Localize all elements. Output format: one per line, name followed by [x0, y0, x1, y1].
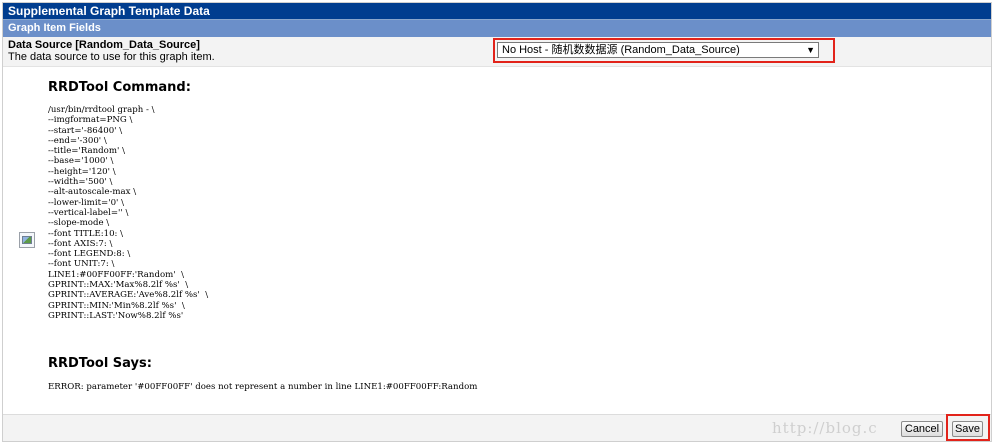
save-button[interactable]: Save: [952, 421, 983, 437]
rrdtool-command-line: --base='1000' \: [48, 156, 114, 167]
page-header: Supplemental Graph Template Data: [3, 3, 991, 20]
rrdtool-command-line: --slope-mode \: [48, 218, 110, 229]
rrdtool-command-block: /usr/bin/rrdtool graph - \ --imgformat=PN…: [48, 105, 208, 321]
data-source-description: The data source to use for this graph it…: [8, 51, 215, 63]
image-placeholder-glyph: [22, 236, 32, 244]
page-title: Supplemental Graph Template Data: [8, 4, 210, 18]
rrdtool-says-heading: RRDTool Says:: [48, 356, 152, 371]
rrdtool-command-line: --font LEGEND:8: \: [48, 249, 131, 260]
rrdtool-command-line: GPRINT::MAX:'Max%8.2lf %s' \: [48, 280, 189, 291]
rrdtool-command-line: --vertical-label='' \: [48, 207, 129, 218]
rrdtool-command-line: --title='Random' \: [48, 146, 125, 157]
rrdtool-command-line: --font TITLE:10: \: [48, 228, 124, 239]
broken-image-icon: [19, 232, 35, 248]
chevron-down-icon[interactable]: ▼: [806, 43, 815, 57]
rrdtool-command-line: --height='120' \: [48, 166, 116, 177]
rrdtool-command-line: --imgformat=PNG \: [48, 115, 133, 126]
rrdtool-command-heading: RRDTool Command:: [48, 80, 191, 95]
watermark-text: http://blog.c: [772, 419, 878, 437]
data-source-selected-value: No Host - 随机数数据源 (Random_Data_Source): [502, 44, 740, 56]
rrdtool-command-line: --alt-autoscale-max \: [48, 187, 137, 198]
rrdtool-command-line: /usr/bin/rrdtool graph - \: [48, 105, 155, 115]
rrdtool-command-line: --lower-limit='0' \: [48, 197, 125, 208]
section-header: Graph Item Fields: [3, 20, 991, 37]
rrdtool-command-line: --width='500' \: [48, 177, 113, 188]
rrdtool-error-message: ERROR: parameter '#00FF00FF' does not re…: [48, 382, 478, 392]
rrdtool-command-line: --font UNIT:7: \: [48, 259, 115, 270]
rrdtool-command-line: GPRINT::MIN:'Min%8.2lf %s' \: [48, 300, 185, 311]
rrdtool-command-line: LINE1:#00FF00FF:'Random' \: [48, 269, 185, 280]
section-title: Graph Item Fields: [8, 22, 101, 34]
rrdtool-command-line: --end='-300' \: [48, 135, 107, 146]
cancel-button[interactable]: Cancel: [901, 421, 943, 437]
rrdtool-command-line: GPRINT::LAST:'Now%8.2lf %s': [48, 310, 184, 321]
rrdtool-command-line: --start='-86400' \: [48, 125, 123, 136]
rrdtool-command-line: GPRINT::AVERAGE:'Ave%8.2lf %s' \: [48, 290, 209, 301]
data-source-select[interactable]: No Host - 随机数数据源 (Random_Data_Source) ▼: [497, 42, 819, 58]
rrdtool-command-line: --font AXIS:7: \: [48, 238, 113, 249]
